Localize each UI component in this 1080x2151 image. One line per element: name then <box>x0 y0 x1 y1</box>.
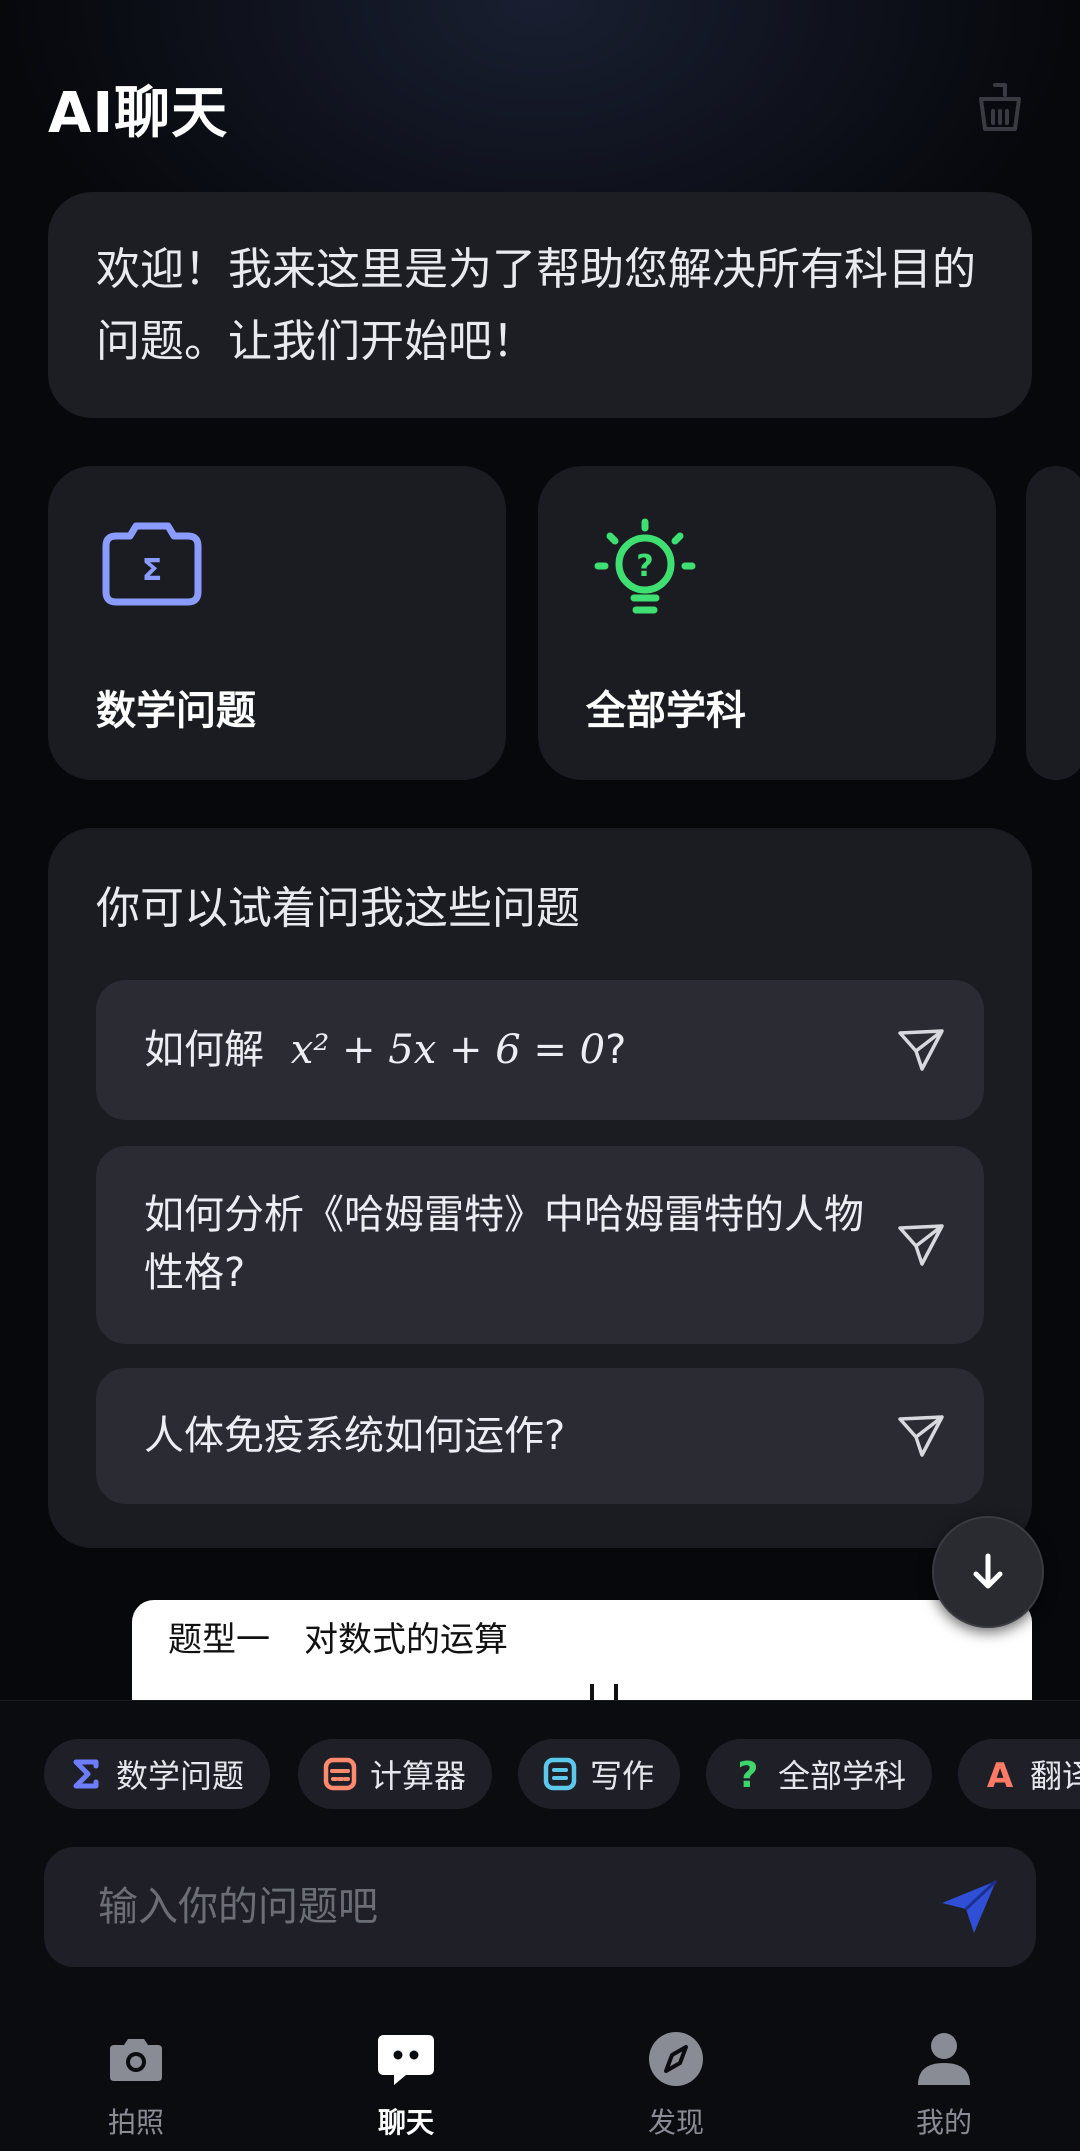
send-question-icon <box>898 1224 944 1266</box>
writing-icon <box>540 1754 580 1794</box>
feature-label-all-subjects: 全部学科 <box>586 688 746 734</box>
suggested-questions-card: 你可以试着问我这些问题 如何解 x² + 5x + 6 = 0? 如何分析《哈姆… <box>48 828 1032 1548</box>
suggested-question-text: 人体免疫系统如何运作? <box>144 1413 566 1459</box>
quick-tools-bar: 数学问题 计算器 写作 ? 全部学科 A 翻译 <box>0 1739 1080 1811</box>
chat-icon <box>378 2035 434 2085</box>
send-question-icon <box>898 1029 944 1071</box>
calculator-icon <box>320 1754 360 1794</box>
feature-card-math[interactable]: Σ 数学问题 <box>48 466 506 780</box>
chip-calculator[interactable]: 计算器 <box>298 1739 493 1809</box>
welcome-message: 欢迎！我来这里是为了帮助您解决所有科目的问题。让我们开始吧！ <box>96 244 976 367</box>
suggested-question-text: 如何解 x² + 5x + 6 = 0? <box>144 1027 627 1073</box>
question-icon: ? <box>728 1754 768 1794</box>
suggested-question-2[interactable]: 如何分析《哈姆雷特》中哈姆雷特的人物性格? <box>96 1146 984 1344</box>
question-input[interactable] <box>98 1877 918 1937</box>
feature-card-partial[interactable] <box>1026 466 1080 780</box>
suggested-questions-title: 你可以试着问我这些问题 <box>96 883 580 934</box>
lightbulb-question-icon: ? <box>594 518 696 614</box>
tab-label: 我的 <box>915 2106 972 2139</box>
bottom-panel: 数学问题 计算器 写作 ? 全部学科 A 翻译 输入你的问题吧 拍照 聊天 发现… <box>0 1700 1080 2151</box>
send-question-icon <box>898 1415 944 1457</box>
scroll-to-bottom-button[interactable] <box>932 1516 1044 1628</box>
tab-discover[interactable]: 发现 <box>596 2021 756 2151</box>
bottom-tab-bar: 拍照 聊天 发现 我的 <box>0 2021 1080 2151</box>
header: AI聊天 <box>0 0 1080 190</box>
feature-label-math: 数学问题 <box>96 688 256 734</box>
tab-profile[interactable]: 我的 <box>864 2021 1024 2151</box>
broom-clean-icon <box>979 83 1021 131</box>
suggested-question-text: 如何分析《哈姆雷特》中哈姆雷特的人物性格? <box>144 1192 864 1296</box>
svg-text:?: ? <box>636 549 653 584</box>
tab-camera[interactable]: 拍照 <box>56 2021 216 2151</box>
svg-text:?: ? <box>738 1756 759 1792</box>
chip-all-subjects[interactable]: ? 全部学科 <box>706 1739 933 1809</box>
translate-icon: A <box>980 1754 1020 1794</box>
compass-icon <box>649 2032 703 2086</box>
welcome-message-card: 欢迎！我来这里是为了帮助您解决所有科目的问题。让我们开始吧！ <box>48 192 1032 418</box>
clear-chat-button[interactable] <box>972 80 1028 136</box>
image-message-preview[interactable]: 题型一 对数式的运算 <box>132 1600 1032 1700</box>
arrow-down-icon <box>973 1553 1003 1589</box>
tab-label: 聊天 <box>377 2106 434 2139</box>
math-expression: x² + 5x + 6 = 0 <box>290 1027 606 1073</box>
suggested-question-3[interactable]: 人体免疫系统如何运作? <box>96 1368 984 1504</box>
question-input-bar <box>44 1847 1036 1967</box>
page-title: AI聊天 <box>48 81 229 146</box>
person-icon <box>918 2033 970 2085</box>
tab-label: 发现 <box>647 2106 704 2139</box>
image-preview-text: 题型一 对数式的运算 <box>168 1620 508 1660</box>
svg-text:Σ: Σ <box>142 553 163 588</box>
suggested-question-1[interactable]: 如何解 x² + 5x + 6 = 0? <box>96 980 984 1120</box>
chip-writing[interactable]: 写作 <box>518 1739 681 1809</box>
send-icon[interactable] <box>938 1877 1000 1937</box>
sigma-icon <box>66 1754 106 1794</box>
feature-card-all-subjects[interactable]: ? 全部学科 <box>538 466 996 780</box>
tab-label: 拍照 <box>107 2106 164 2139</box>
sigma-camera-icon: Σ <box>102 522 202 606</box>
camera-icon <box>110 2039 162 2081</box>
tab-chat[interactable]: 聊天 <box>326 2021 486 2151</box>
chip-math[interactable]: 数学问题 <box>44 1739 271 1809</box>
svg-text:A: A <box>987 1756 1014 1792</box>
chip-translate[interactable]: A 翻译 <box>958 1739 1080 1809</box>
